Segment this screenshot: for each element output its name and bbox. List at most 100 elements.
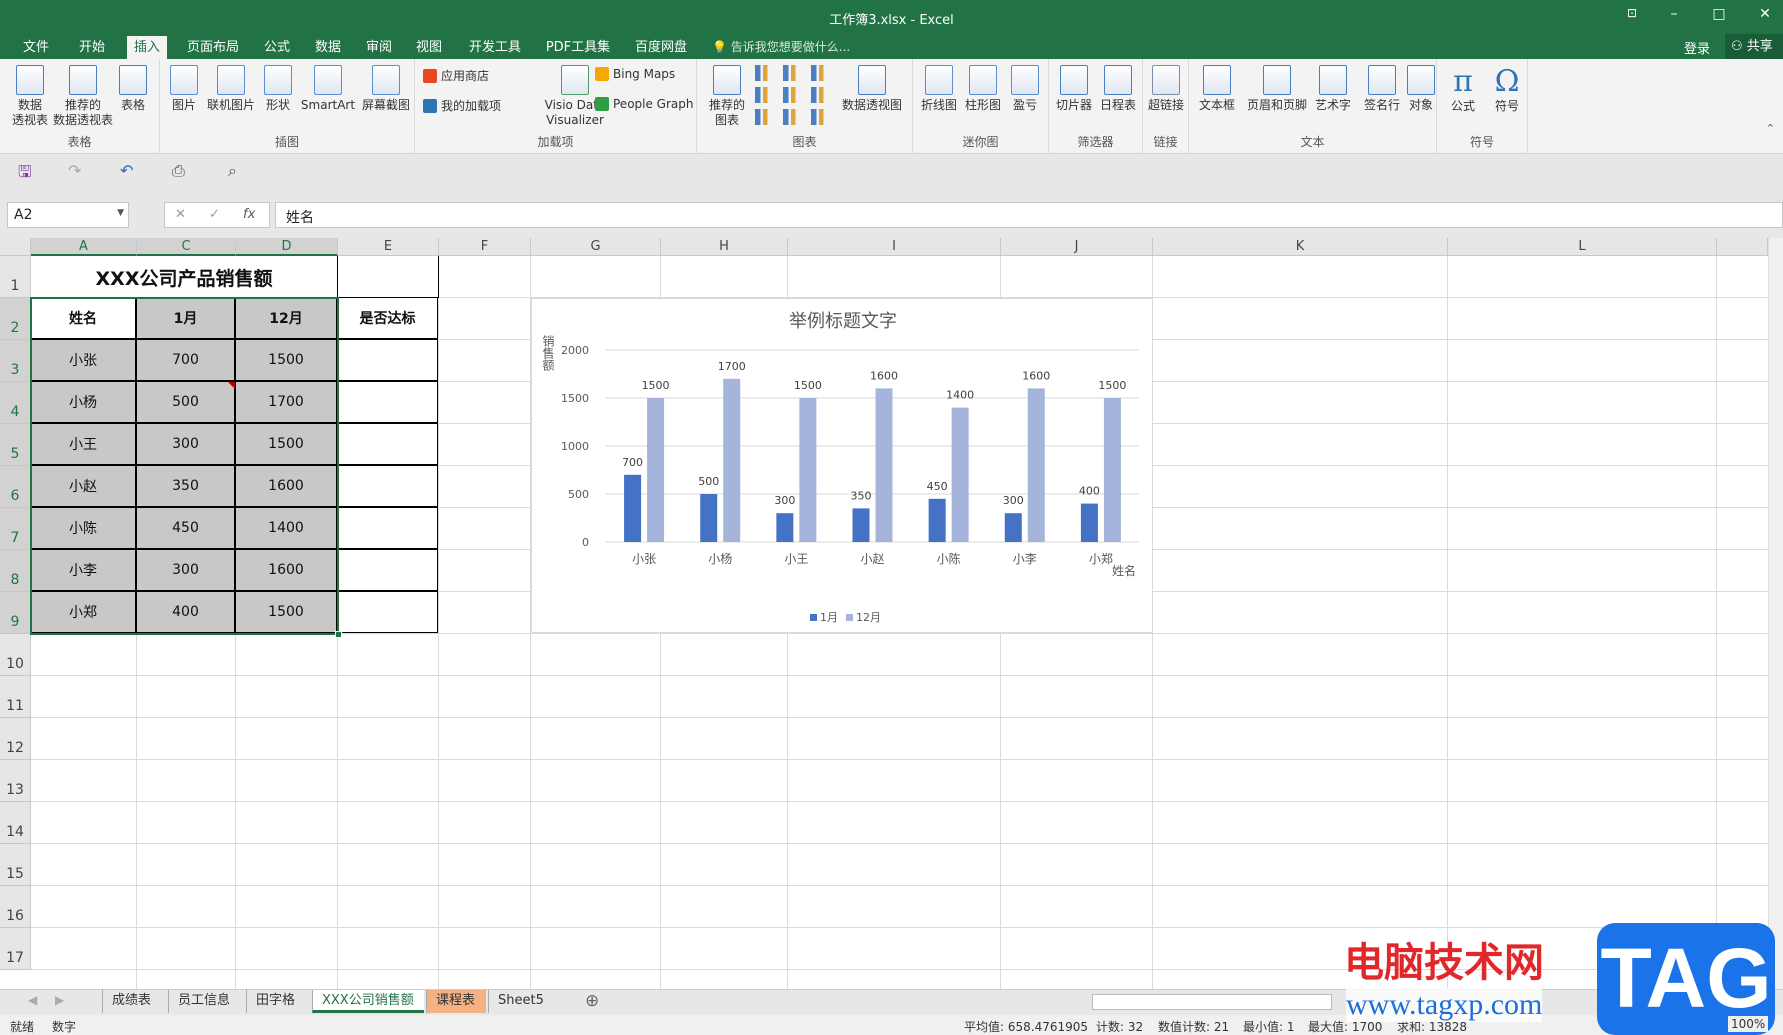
row-header-17[interactable]: 17 (0, 928, 31, 970)
undo-icon[interactable]: ↶ (120, 161, 133, 180)
ribbon-button-7-2[interactable]: 艺术字 (1311, 65, 1355, 113)
ribbon-button-5-1[interactable]: 日程表 (1097, 65, 1139, 113)
zoom-preview-icon[interactable]: ⌕ (228, 161, 237, 181)
row-header-8[interactable]: 8 (0, 550, 31, 592)
row-header-12[interactable]: 12 (0, 718, 31, 760)
row-header-5[interactable]: 5 (0, 424, 31, 466)
ribbon-button-0-2[interactable]: 表格 (118, 65, 148, 113)
tab-9[interactable]: PDF工具集 (542, 36, 614, 59)
ribbon-small-button-1[interactable]: 我的加载项 (423, 97, 501, 114)
ribbon-button-7-4[interactable]: 对象 (1407, 65, 1435, 113)
ribbon-button-1-0[interactable]: 图片 (166, 65, 202, 113)
data-cell[interactable] (337, 423, 438, 465)
chart-type-icon[interactable] (783, 109, 801, 125)
column-header-F[interactable]: F (439, 238, 531, 256)
chart-type-icon[interactable] (755, 87, 773, 103)
row-header-4[interactable]: 4 (0, 382, 31, 424)
column-header-H[interactable]: H (661, 238, 788, 256)
row-header-15[interactable]: 15 (0, 844, 31, 886)
column-header-L[interactable]: L (1448, 238, 1717, 256)
data-cell[interactable] (337, 507, 438, 549)
tab-3[interactable]: 页面布局 (180, 36, 246, 59)
row-header-1[interactable]: 1 (0, 256, 31, 298)
vertical-scrollbar[interactable] (1768, 238, 1783, 989)
chart-type-icon[interactable] (811, 65, 829, 81)
sheet-tab-3[interactable]: XXX公司销售额 (312, 990, 424, 1013)
ribbon-button-0-1[interactable]: 推荐的 数据透视表 (52, 65, 114, 128)
horizontal-scrollbar[interactable] (1092, 994, 1332, 1010)
row-header-2[interactable]: 2 (0, 298, 31, 340)
data-cell[interactable] (337, 381, 438, 423)
select-all-corner[interactable] (0, 238, 31, 256)
column-header-G[interactable]: G (531, 238, 661, 256)
fill-handle[interactable] (335, 631, 342, 638)
ribbon-button-8-1[interactable]: Ω 符号 (1487, 65, 1527, 114)
tab-1[interactable]: 开始 (70, 36, 114, 59)
column-header-A[interactable]: A (31, 238, 137, 256)
tab-0[interactable]: 文件 (14, 36, 58, 59)
close-button[interactable]: ✕ (1750, 6, 1780, 22)
chart-type-icon[interactable] (783, 87, 801, 103)
ribbon-button-7-1[interactable]: 页眉和页脚 (1245, 65, 1309, 113)
ribbon-button-3-0[interactable]: 推荐的 图表 (705, 65, 749, 128)
data-cell[interactable] (337, 549, 438, 591)
row-header-6[interactable]: 6 (0, 466, 31, 508)
row-header-3[interactable]: 3 (0, 340, 31, 382)
ribbon-small-button-0[interactable]: 应用商店 (423, 67, 489, 84)
row-header-14[interactable]: 14 (0, 802, 31, 844)
login-link[interactable]: 登录 (1684, 38, 1710, 57)
data-cell[interactable] (337, 465, 438, 507)
enter-icon[interactable]: ✓ (209, 207, 220, 222)
add-sheet-button[interactable]: ⊕ (585, 991, 599, 1011)
sheet-tab-0[interactable]: 成绩表 (102, 990, 166, 1013)
chart-type-icon[interactable] (755, 65, 773, 81)
insert-function-icon[interactable]: fx (243, 207, 255, 222)
ribbon-button-4-1[interactable]: 柱形图 (963, 65, 1003, 113)
row-header-11[interactable]: 11 (0, 676, 31, 718)
ribbon-button-4-2[interactable]: 盈亏 (1007, 65, 1043, 113)
sheet-tab-5[interactable]: Sheet5 (488, 990, 550, 1013)
ribbon-button-1-4[interactable]: 屏幕截图 (360, 65, 412, 113)
column-header-K[interactable]: K (1153, 238, 1448, 256)
column-header-D[interactable]: D (236, 238, 338, 256)
sheet-tab-2[interactable]: 田字格 (246, 990, 310, 1013)
ribbon-button-1-2[interactable]: 形状 (262, 65, 294, 113)
row-header-7[interactable]: 7 (0, 508, 31, 550)
table-title[interactable]: XXX公司产品销售额 (31, 256, 338, 298)
ribbon-button-1-3[interactable]: SmartArt (300, 65, 356, 113)
ribbon-collapse-icon[interactable]: ⌃ (1766, 122, 1775, 135)
tab-8[interactable]: 开发工具 (460, 36, 530, 59)
chart-type-icon[interactable] (811, 87, 829, 103)
header-cell[interactable]: 是否达标 (337, 297, 438, 339)
data-cell[interactable] (337, 339, 438, 381)
row-header-16[interactable]: 16 (0, 886, 31, 928)
ribbon-button-1-1[interactable]: 联机图片 (206, 65, 256, 113)
print-preview-icon[interactable]: ⎙ (172, 161, 185, 181)
column-header-C[interactable]: C (137, 238, 236, 256)
ribbon-button-4-0[interactable]: 折线图 (919, 65, 959, 113)
chart-type-icon[interactable] (811, 109, 829, 125)
column-header-J[interactable]: J (1001, 238, 1153, 256)
ribbon-button-7-0[interactable]: 文本框 (1195, 65, 1239, 113)
ribbon-button-3-1[interactable]: 数据透视图 (837, 65, 907, 113)
sheet-tab-4[interactable]: 课程表 (426, 990, 486, 1013)
ribbon-button-0-0[interactable]: 数据 透视表 (6, 65, 54, 128)
zoom-level[interactable]: 100% (1728, 1016, 1769, 1032)
prev-sheet-icon[interactable]: ◀ (28, 993, 37, 1007)
chevron-down-icon[interactable]: ▼ (117, 208, 124, 218)
tab-7[interactable]: 视图 (410, 36, 448, 59)
row-header-13[interactable]: 13 (0, 760, 31, 802)
cancel-icon[interactable]: ✕ (175, 207, 186, 222)
ribbon-small-button-2[interactable]: Bing Maps (595, 67, 675, 81)
chart-type-icon[interactable] (755, 109, 773, 125)
column-header-I[interactable]: I (788, 238, 1001, 256)
formula-input[interactable]: 姓名 (275, 202, 1783, 228)
tab-10[interactable]: 百度网盘 (628, 36, 694, 59)
redo-icon[interactable]: ↷ (68, 161, 81, 180)
bar-chart[interactable]: 举例标题文字 0 500 1000 1500 2000 销售额小张 700 1500 小杨 500 1… (531, 298, 1153, 633)
tab-6[interactable]: 审阅 (360, 36, 398, 59)
share-button[interactable]: ⚇ 共享 (1725, 34, 1783, 59)
ribbon-display-icon[interactable]: ⊡ (1617, 6, 1647, 20)
maximize-button[interactable]: □ (1704, 6, 1734, 22)
worksheet-grid[interactable]: A C D E F G H I J K L 1 2 3 4 5 6 7 8 9 10 11 12 13 14 15 16 17 XXX公… (0, 238, 1783, 989)
